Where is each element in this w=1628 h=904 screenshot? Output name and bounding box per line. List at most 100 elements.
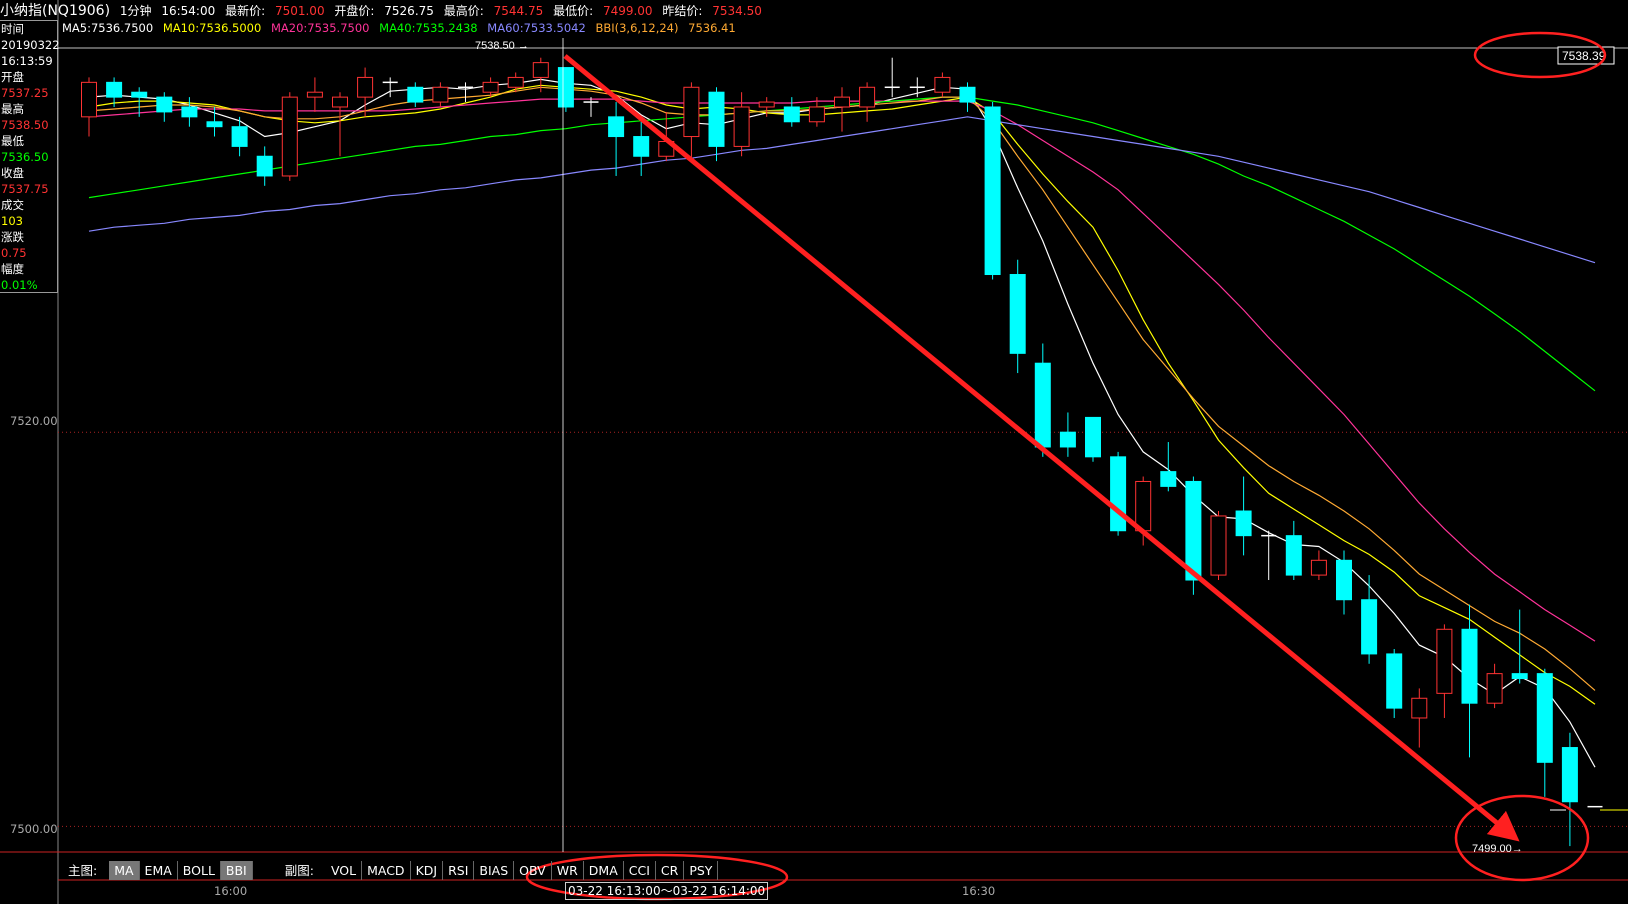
candle-body <box>1085 416 1101 458</box>
info-close: 7537.75 <box>1 182 49 196</box>
sub-tab-kdj[interactable]: KDJ <box>411 861 444 880</box>
candle-body <box>1486 673 1503 704</box>
candle-body <box>1336 559 1352 601</box>
candle-body <box>507 76 524 88</box>
sub-chart-label: 副图: <box>284 863 314 878</box>
candle-body <box>1135 480 1152 532</box>
sub-tab-cci[interactable]: CCI <box>624 861 656 880</box>
candle-body <box>432 86 449 103</box>
info-amp: 0.01% <box>1 278 38 292</box>
candle-body <box>1009 274 1026 354</box>
info-open-label: 开盘 <box>1 70 24 84</box>
candle-body <box>934 76 951 93</box>
candle-body <box>1210 515 1227 576</box>
candle-body <box>758 101 775 108</box>
instrument-name: 小纳指(NQ1906) <box>0 3 111 19</box>
sub-tab-vol[interactable]: VOL <box>326 861 363 880</box>
candle-body <box>608 116 625 138</box>
sub-tab-psy[interactable]: PSY <box>684 861 719 880</box>
time-tick-1630: 16:30 <box>962 884 996 898</box>
candle-body <box>1461 628 1478 704</box>
candle-body <box>407 86 424 103</box>
ma20-legend: MA20:7535.7500 <box>270 21 370 35</box>
candle-body <box>557 67 574 108</box>
candle-body <box>1110 456 1127 532</box>
candle-body <box>633 136 650 157</box>
sub-tab-bias[interactable]: BIAS <box>474 861 515 880</box>
main-chart-label: 主图: <box>68 863 98 878</box>
info-date: 20190322 <box>1 38 60 52</box>
candle-body <box>156 96 173 113</box>
info-close-label: 收盘 <box>1 166 24 180</box>
candles <box>81 57 1603 847</box>
candle-body <box>783 106 800 123</box>
info-low-label: 最低 <box>1 134 24 148</box>
candle-body <box>1511 673 1528 680</box>
main-tab-ema[interactable]: EMA <box>140 861 178 880</box>
open-price: 7526.75 <box>384 4 434 18</box>
candle-body <box>959 86 976 103</box>
low-price: 7499.00 <box>602 4 653 18</box>
candle-body <box>1386 653 1403 709</box>
high-price: 7544.75 <box>493 4 544 18</box>
bar-info-panel: 时间 20190322 16:13:59 开盘 7537.25 最高 7538.… <box>0 20 60 293</box>
candle-body <box>1160 471 1177 487</box>
sub-tab-rsi[interactable]: RSI <box>443 861 475 880</box>
ma-line-ma5 <box>88 78 1596 768</box>
candle-body <box>708 91 725 147</box>
y-tick-7520: 7520.00 <box>10 414 58 428</box>
candle-body <box>1034 362 1051 448</box>
info-change-label: 涨跌 <box>1 230 24 244</box>
ma5-legend: MA5:7536.7500 <box>62 21 154 35</box>
bbi-legend: BBI(3,6,12,24) <box>595 21 679 35</box>
main-tab-bbi[interactable]: BBI <box>220 861 253 880</box>
sub-tab-cr[interactable]: CR <box>656 861 685 880</box>
info-open: 7537.25 <box>1 86 49 100</box>
sub-tab-wr[interactable]: WR <box>552 861 584 880</box>
low-label: 最低价: <box>553 4 594 18</box>
indicator-tabs: 主图: MA EMA BOLL BBI 副图: VOL MACD KDJ RSI BIAS OB… <box>58 860 719 881</box>
candle-body <box>1436 628 1453 694</box>
candle-body <box>1310 559 1327 576</box>
candle-body <box>181 106 198 118</box>
candle-body <box>332 96 348 108</box>
period: 1分钟 <box>119 4 152 18</box>
ma-line-ma60 <box>88 116 1596 264</box>
candle-body <box>81 81 97 118</box>
candle-body <box>306 91 323 98</box>
candle-body <box>1561 747 1578 803</box>
trend-arrow <box>563 54 1520 842</box>
candle-body <box>256 155 273 177</box>
candle-body <box>1411 697 1428 719</box>
time-axis: 16:00 16:30 <box>0 882 1628 902</box>
ma-line-ma20 <box>88 98 1596 642</box>
sub-tab-obv[interactable]: OBV <box>514 861 552 880</box>
quote-header: 小纳指(NQ1906) 1分钟 16:54:00 最新价: 7501.00 开盘… <box>0 0 1628 20</box>
ma-lines <box>88 78 1596 768</box>
info-high: 7538.50 <box>1 118 49 132</box>
candlestick-chart[interactable]: 7538.50 → 7538.39 7499.00→ <box>0 0 1628 904</box>
cursor-price-label: 7538.39 <box>1562 49 1606 63</box>
candle-body <box>683 86 700 138</box>
main-tab-boll[interactable]: BOLL <box>178 861 221 880</box>
candle-body <box>281 96 298 177</box>
candle-body <box>808 106 825 123</box>
candle-body <box>482 81 499 93</box>
sub-tab-macd[interactable]: MACD <box>362 861 411 880</box>
time-tick-1600: 16:00 <box>214 884 248 898</box>
candle-body <box>532 62 549 78</box>
candle-body <box>106 81 123 98</box>
prev-close-price: 7534.50 <box>712 4 762 18</box>
sub-tab-dma[interactable]: DMA <box>584 861 624 880</box>
cursor-high-label: 7538.50 → <box>475 40 529 52</box>
info-time-label: 时间 <box>1 22 24 36</box>
info-volume-label: 成交 <box>1 198 24 212</box>
candle-body <box>733 106 750 147</box>
main-tab-ma[interactable]: MA <box>109 861 140 880</box>
ma10-legend: MA10:7536.5000 <box>162 21 262 35</box>
candle-body <box>834 96 850 108</box>
candle-body <box>357 76 374 98</box>
info-high-label: 最高 <box>1 102 24 116</box>
prev-close-label: 昨结价: <box>662 4 703 18</box>
candle-body <box>859 86 876 108</box>
